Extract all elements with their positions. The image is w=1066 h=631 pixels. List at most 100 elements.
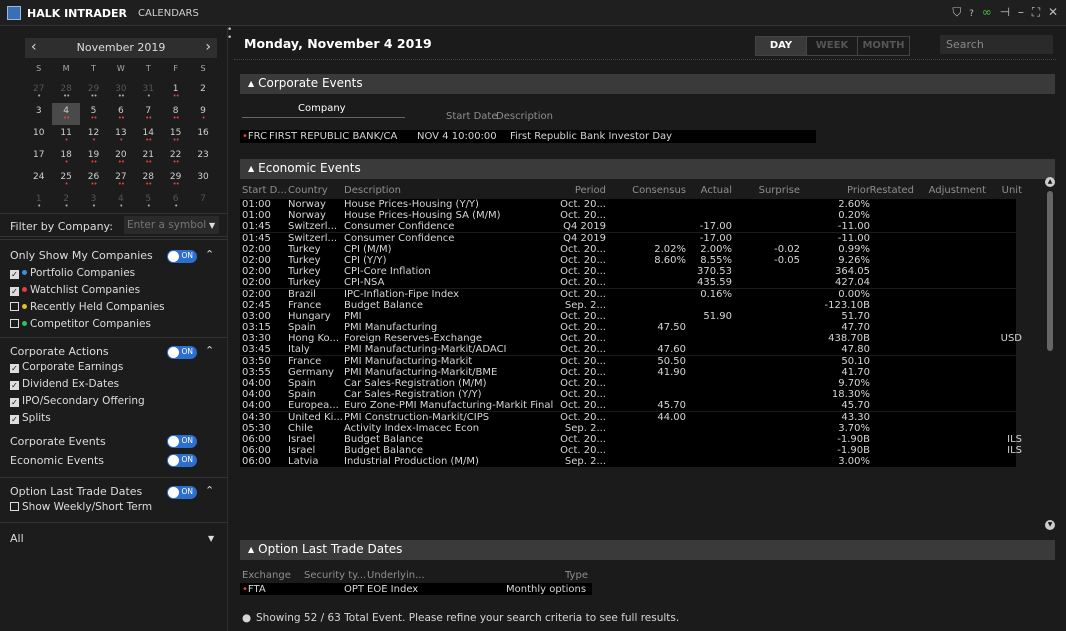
maximize-icon[interactable]: ⛶ [1032, 5, 1040, 19]
column-header[interactable]: Consensus [632, 185, 686, 196]
calendar-day[interactable]: 8 •• [162, 103, 189, 125]
calendar-day[interactable]: 29 •• [162, 169, 189, 191]
table-row[interactable]: 06:00 Latvia Industrial Production (M/M) Se… [240, 456, 1046, 468]
calendar-day[interactable]: 19 •• [80, 147, 107, 169]
table-row[interactable]: 03:55 Germany PMI Manufacturing-Markit/BME… [240, 366, 1046, 378]
column-header[interactable]: Start D... [242, 185, 287, 196]
calendar-day[interactable]: 24 [25, 169, 52, 191]
help-icon[interactable]: ? [969, 9, 974, 19]
company-filter-checkbox[interactable]: Competitor Companies [10, 318, 151, 330]
all-select[interactable]: All [10, 532, 24, 545]
calendar-day[interactable]: 12 • [80, 125, 107, 147]
table-row[interactable]: 06:00 Israel Budget Balance Oct. 20... -1.90… [240, 433, 1046, 445]
table-row[interactable]: 01:00 Norway House Prices-Housing (Y/Y) Oct… [240, 199, 1046, 210]
calendar-day[interactable]: 30 [189, 169, 216, 191]
table-row[interactable]: 04:00 Spain Car Sales-Registration (Y/Y) Oc… [240, 389, 1046, 401]
corporate-action-checkbox[interactable]: ✓ Dividend Ex-Dates [10, 378, 119, 390]
collapse-caret-icon[interactable]: ⌃ [205, 484, 214, 497]
column-header[interactable]: Period [575, 185, 606, 196]
symbol-input[interactable] [124, 216, 219, 234]
calendar-day[interactable]: 7 •• [135, 103, 162, 125]
col-description[interactable]: Description [496, 111, 553, 122]
table-row[interactable]: 04:30 United Ki... PMI Construction-Markit… [240, 411, 1046, 423]
table-row[interactable]: 04:00 Europea... Euro Zone-PMI Manufacturi… [240, 400, 1046, 412]
company-filter-checkbox[interactable]: ✓ Watchlist Companies [10, 284, 140, 296]
calendar-day[interactable]: 1 • [25, 191, 52, 213]
view-day-button[interactable]: DAY [756, 37, 807, 55]
weekly-checkbox[interactable]: Show Weekly/Short Term [10, 501, 152, 513]
calendar-day[interactable]: 3 • [80, 191, 107, 213]
close-icon[interactable]: ✕ [1048, 5, 1058, 19]
scroll-up-icon[interactable]: ▲ [1045, 177, 1055, 187]
minimize-icon[interactable]: – [1018, 5, 1024, 19]
calendar-day[interactable]: 28 •• [135, 169, 162, 191]
table-row[interactable]: 02:00 Brazil IPC-Inflation-Fipe Index Oct. … [240, 288, 1046, 300]
table-row[interactable]: 02:00 Turkey CPI (Y/Y) Oct. 20... 8.60% 8.55%… [240, 254, 1046, 266]
link-icon[interactable]: ∞ [982, 5, 992, 19]
chevron-down-icon[interactable]: ▼ [208, 534, 214, 543]
my-companies-toggle[interactable]: ON [167, 250, 197, 263]
corporate-actions-toggle[interactable]: ON [167, 346, 197, 359]
table-row[interactable]: 02:00 Turkey CPI-NSA Oct. 20... 435.59 427.04 [240, 277, 1046, 289]
calendar-day[interactable]: 6 • [162, 191, 189, 213]
chevron-down-icon[interactable]: ▼ [209, 221, 215, 230]
calendar-day[interactable]: 10 [25, 125, 52, 147]
calendar-day[interactable]: 20 •• [107, 147, 134, 169]
scroll-thumb[interactable] [1047, 191, 1053, 351]
calendar-day[interactable]: 27 • [25, 81, 52, 103]
company-filter-checkbox[interactable]: Recently Held Companies [10, 301, 165, 313]
calendar-day[interactable]: 2 [189, 81, 216, 103]
col-company[interactable]: Company [298, 103, 346, 114]
corporate-events-header[interactable]: ▲ Corporate Events [240, 74, 1055, 94]
vertical-scrollbar[interactable]: ▲ ▼ [1045, 177, 1055, 530]
table-row[interactable]: 06:00 Israel Budget Balance Oct. 20... -1.90… [240, 445, 1046, 457]
calendar-day[interactable]: 29 •• [80, 81, 107, 103]
column-header[interactable]: Country [288, 185, 328, 196]
col-security-type[interactable]: Security ty... [304, 570, 366, 581]
calendar-day[interactable]: 2 • [52, 191, 79, 213]
table-row[interactable]: 03:30 Hong Ko... Foreign Reserves-Exchange… [240, 333, 1046, 345]
col-start-date[interactable]: Start Date [446, 111, 498, 122]
column-header[interactable]: Unit [1002, 185, 1022, 196]
calendar-day[interactable]: 18 • [52, 147, 79, 169]
corporate-action-checkbox[interactable]: ✓ Splits [10, 412, 51, 424]
table-row[interactable]: 01:00 Norway House Prices-Housing SA (M/M)… [240, 210, 1046, 222]
option-dates-toggle[interactable]: ON [167, 486, 197, 499]
calendar-day[interactable]: 27 •• [107, 169, 134, 191]
collapse-caret-icon[interactable]: ⌃ [205, 248, 214, 261]
calendar-day[interactable]: 4 • [107, 191, 134, 213]
calendar-day[interactable]: 5 • [135, 191, 162, 213]
calendar-day[interactable]: 23 [189, 147, 216, 169]
calendar-day[interactable]: 1 •• [162, 81, 189, 103]
next-month-button[interactable]: › [205, 39, 211, 55]
search-input[interactable]: Search [940, 35, 1053, 54]
calendar-day[interactable]: 9 • [189, 103, 216, 125]
calendar-day[interactable]: 22 •• [162, 147, 189, 169]
column-header[interactable]: Actual [701, 185, 732, 196]
corporate-action-checkbox[interactable]: ✓ Corporate Earnings [10, 361, 123, 373]
tab-calendars[interactable]: CALENDARS [138, 8, 199, 19]
calendar-day[interactable]: 11 • [52, 125, 79, 147]
calendar-day[interactable]: 3 [25, 103, 52, 125]
col-type[interactable]: Type [565, 570, 588, 581]
table-row[interactable]: 01:45 Switzerl... Consumer Confidence Q4 20… [240, 221, 1046, 233]
column-header[interactable]: Surprise [759, 185, 800, 196]
calendar-day[interactable]: 13 • [107, 125, 134, 147]
column-header[interactable]: Restated [870, 185, 914, 196]
table-row[interactable]: 01:45 Switzerl... Consumer Confidence Q4 20… [240, 232, 1046, 244]
scroll-down-icon[interactable]: ▼ [1045, 520, 1055, 530]
view-month-button[interactable]: MONTH [858, 37, 909, 55]
table-row[interactable]: 02:00 Turkey CPI (M/M) Oct. 20... 2.02% 2.00%… [240, 243, 1046, 255]
calendar-day[interactable]: 21 •• [135, 147, 162, 169]
economic-events-toggle[interactable]: ON [167, 454, 197, 467]
pin-icon[interactable]: ⊣ [1000, 5, 1010, 19]
table-row[interactable]: 04:00 Spain Car Sales-Registration (M/M) Oc… [240, 378, 1046, 389]
calendar-day[interactable]: 4 •• [52, 103, 80, 125]
calendar-day[interactable]: 6 •• [107, 103, 134, 125]
table-row[interactable]: 02:45 France Budget Balance Sep. 2... -123.1… [240, 299, 1046, 311]
corporate-events-toggle[interactable]: ON [167, 435, 197, 448]
economic-events-header[interactable]: ▲ Economic Events [240, 159, 1055, 179]
calendar-day[interactable]: 31 • [135, 81, 162, 103]
company-filter-checkbox[interactable]: ✓ Portfolio Companies [10, 267, 135, 279]
option-dates-header[interactable]: ▲ Option Last Trade Dates [240, 540, 1055, 560]
